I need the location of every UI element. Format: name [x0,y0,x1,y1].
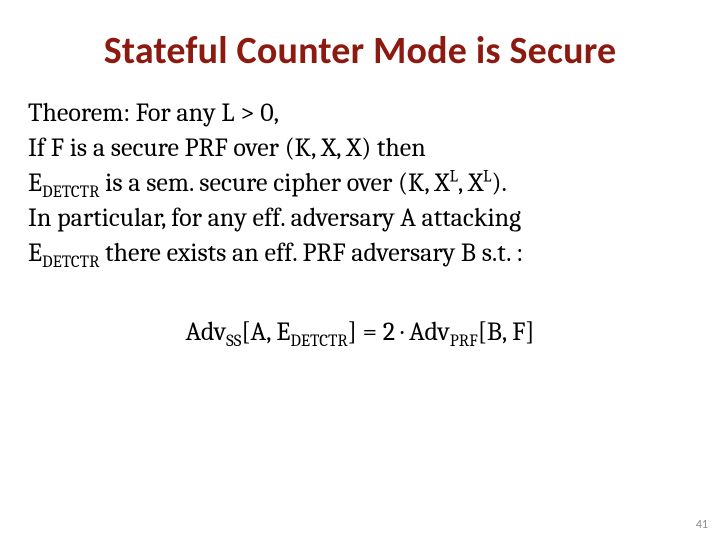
text: , X [458,168,483,198]
advantage-equation: AdvSS[A, EDETCTR] = 2 · AdvPRF[B, F] [28,317,692,347]
superscript-l: L [449,168,457,187]
text: Adv [185,317,226,347]
subscript-detctr: DETCTR [42,183,99,202]
subscript-ss: SS [226,333,241,352]
text: In particular, for any eff. adversary A … [28,203,521,233]
text: E [28,168,42,198]
theorem-body: Theorem: For any L > 0, If F is a secure… [28,96,692,271]
text: [B, F] [478,317,535,347]
page-number: 41 [696,518,708,532]
theorem-line-1: Theorem: For any L > 0, [28,96,692,131]
text: E [28,238,42,268]
text: is a sem. secure cipher over (K, X [99,168,449,198]
subscript-detctr: DETCTR [42,254,99,273]
superscript-l: L [483,168,491,187]
slide: Stateful Counter Mode is Secure Theorem:… [0,0,720,540]
text: there exists an eff. PRF adversary B s.t… [99,238,523,268]
subscript-detctr: DETCTR [290,333,347,352]
theorem-line-4: In particular, for any eff. adversary A … [28,201,692,236]
text: If F is a secure PRF over (K, X, X) then [28,133,426,163]
theorem-line-5: EDETCTR there exists an eff. PRF adversa… [28,236,692,271]
text: [A, E [241,317,290,347]
subscript-prf: PRF [450,333,478,352]
text: ] = 2 · Adv [348,317,450,347]
theorem-line-3: EDETCTR is a sem. secure cipher over (K,… [28,166,692,201]
slide-title: Stateful Counter Mode is Secure [28,28,692,74]
text: ). [492,168,507,198]
text: Theorem: For any L > 0, [28,98,279,128]
theorem-line-2: If F is a secure PRF over (K, X, X) then [28,131,692,166]
